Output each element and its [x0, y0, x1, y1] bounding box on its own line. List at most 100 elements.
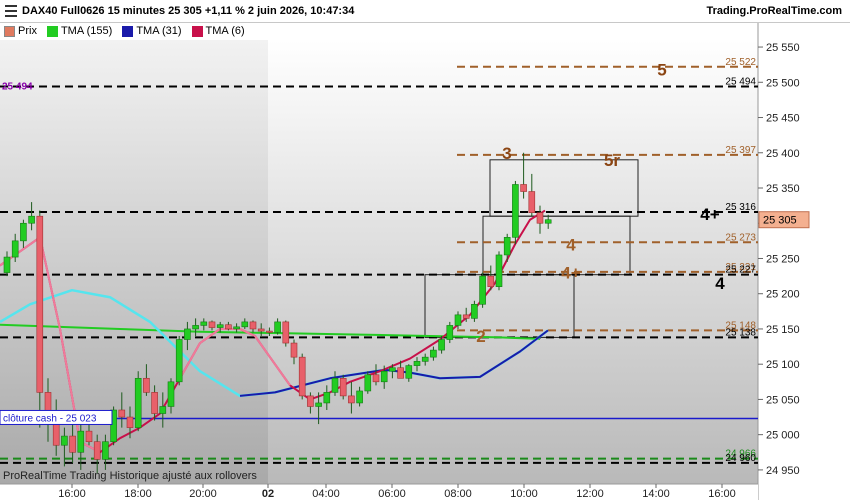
x-tick-label: 18:00 [124, 488, 152, 500]
candle-body [413, 361, 421, 366]
candle-body [192, 325, 199, 330]
legend-item-tma31[interactable]: TMA (31) [122, 25, 182, 37]
y-tick-label: 25 100 [766, 359, 800, 371]
candle-body [495, 254, 503, 287]
candle-body [241, 321, 249, 328]
candle-body [102, 441, 109, 460]
footer-note: ProRealTime Trading Historique ajusté au… [3, 470, 257, 482]
candle-body [520, 184, 527, 192]
candle-body [134, 377, 142, 428]
y-tick-label: 25 350 [766, 183, 800, 195]
level-label: 25 273 [725, 232, 756, 243]
level-label: 25 316 [725, 202, 756, 213]
candle-body [28, 215, 35, 224]
candle-body [282, 321, 290, 344]
candle-body [389, 367, 396, 372]
y-tick-label: 25 500 [766, 77, 800, 89]
candle-body [3, 256, 11, 273]
zone-label: 4+ [700, 205, 719, 224]
candle-body [249, 321, 257, 330]
candle-body [471, 303, 478, 319]
y-tick-label: 25 450 [766, 113, 800, 125]
candle-body [331, 377, 339, 393]
candle-body [536, 212, 544, 224]
candle-body [290, 342, 298, 358]
candle-body [266, 330, 273, 333]
candle-body [11, 240, 19, 258]
x-tick-label: 16:00 [708, 488, 736, 500]
candle-body [356, 390, 363, 404]
candle-body [421, 356, 429, 362]
legend-swatch-icon [122, 25, 134, 37]
candle [298, 353, 306, 400]
candle-body [397, 367, 404, 379]
candle-body [208, 321, 216, 328]
candle-body [85, 430, 93, 443]
y-tick-label: 25 400 [766, 148, 800, 160]
candle-body [274, 321, 281, 333]
x-tick-label: 06:00 [378, 488, 406, 500]
candle-body [143, 377, 150, 393]
price-chart[interactable]: 24 95025 00025 05025 10025 15025 20025 2… [0, 0, 850, 500]
zone-label: 5 [657, 61, 666, 80]
legend-item-prix[interactable]: Prix [4, 25, 37, 37]
x-tick-label: 12:00 [576, 488, 604, 500]
legend-swatch-icon [46, 25, 58, 37]
candle [364, 371, 372, 394]
candle-body [184, 328, 191, 340]
candle [282, 320, 290, 347]
candle-body [323, 392, 331, 404]
legend-swatch-icon [191, 25, 203, 37]
candle-body [61, 435, 68, 446]
chart-window: 24 950 25 000 25 050 25 100 25 150 25 200 25 2… [0, 0, 850, 500]
candle-body [159, 406, 167, 414]
x-tick-label: 04:00 [312, 488, 340, 500]
candle-body [446, 325, 454, 340]
candle-body [93, 441, 101, 460]
candle-body [257, 328, 265, 332]
zone-label: 4+ [561, 264, 580, 283]
candle-body [20, 222, 27, 242]
x-tick-label: 16:00 [58, 488, 86, 500]
legend-item-tma155[interactable]: TMA (155) [46, 25, 113, 37]
x-tick-label: 08:00 [444, 488, 472, 500]
candle-body [167, 381, 175, 407]
legend-item-tma6[interactable]: TMA (6) [191, 25, 245, 37]
candle-body [339, 377, 347, 397]
level-label: 25 494 [725, 77, 756, 88]
x-tick-label: 14:00 [642, 488, 670, 500]
y-tick-label: 25 050 [766, 394, 800, 406]
zone-label: 4 [715, 274, 725, 293]
level-label: 25 227 [725, 265, 756, 276]
zone-label: 4 [566, 235, 576, 254]
zone-label: 3 [502, 144, 511, 163]
candle-body [454, 314, 462, 326]
candle-body [405, 365, 413, 379]
level-label: 25 522 [725, 57, 756, 68]
candle [175, 336, 183, 386]
candle-body [77, 430, 85, 453]
x-tick-label: 20:00 [189, 488, 217, 500]
candle [512, 180, 519, 245]
candle-body [118, 409, 126, 418]
menu-icon[interactable] [5, 5, 17, 17]
last-price-label: 25 305 [763, 215, 797, 227]
candle-body [487, 275, 495, 287]
level-label: 24 960 [725, 453, 756, 464]
candle [495, 251, 503, 291]
candle-body [380, 370, 388, 383]
y-tick-label: 25 550 [766, 42, 800, 54]
candle-body [372, 374, 380, 383]
candle-body [216, 324, 224, 328]
candle [134, 371, 142, 432]
x-tick-label: 10:00 [510, 488, 538, 500]
zone-label: 5r [604, 151, 620, 170]
candle-body [479, 275, 486, 305]
level-label: 25 138 [725, 327, 756, 338]
candle-body [69, 435, 76, 453]
legend-label: TMA (155) [60, 25, 113, 37]
left-level-label: 25 494 [2, 82, 33, 93]
y-tick-label: 25 000 [766, 430, 800, 442]
candle-body [430, 349, 437, 358]
candle-body [438, 339, 445, 351]
